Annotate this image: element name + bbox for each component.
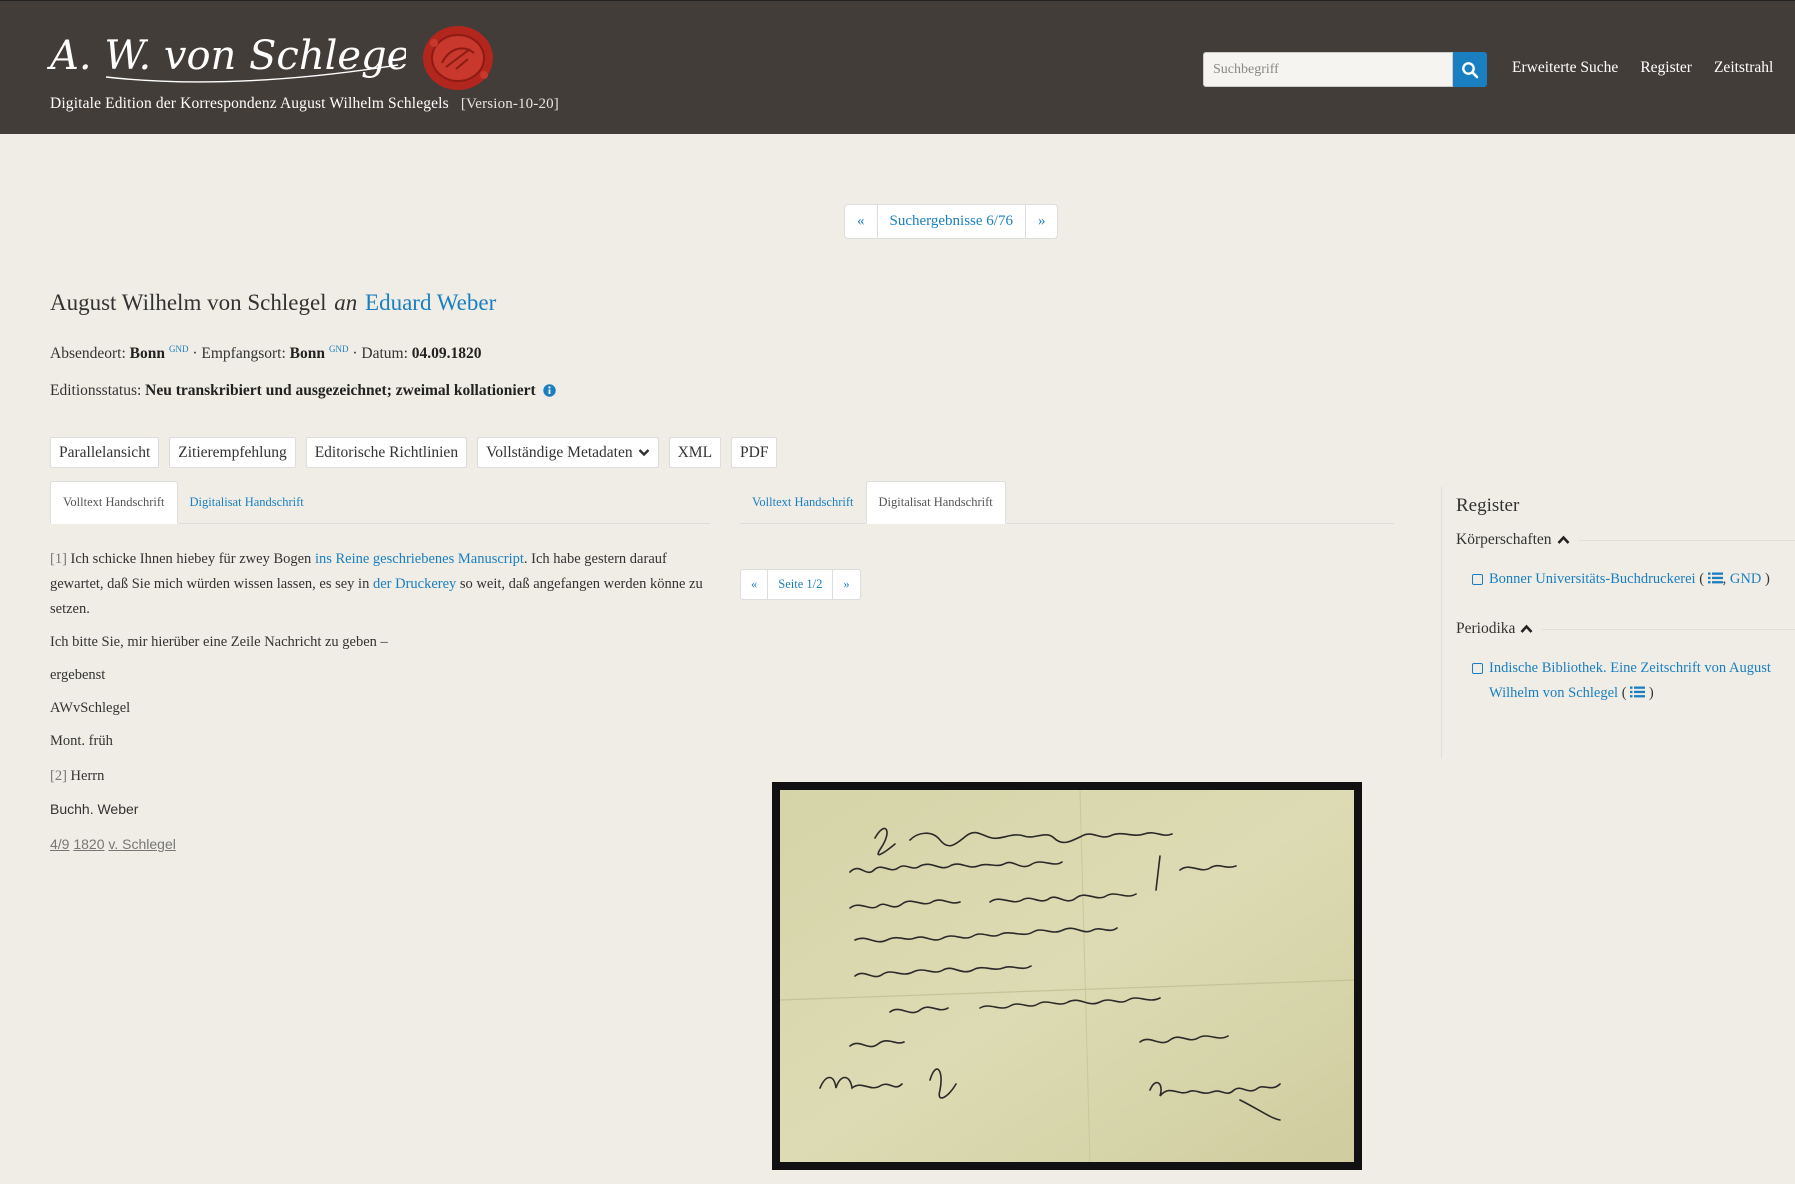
- transcript-paragraph-2: Ich bitte Sie, mir hierüber eine Zeile N…: [50, 634, 388, 650]
- nav-register[interactable]: Register: [1640, 59, 1692, 77]
- address-text: Herrn: [70, 768, 105, 784]
- nav-timeline[interactable]: Zeitstrahl: [1714, 59, 1773, 77]
- recipient-place-label: Empfangsort:: [201, 345, 286, 363]
- closing-formula: ergebenst: [50, 667, 106, 683]
- register-title: Register: [1456, 495, 1520, 516]
- search-button[interactable]: [1453, 52, 1487, 87]
- page-marker[interactable]: [2]: [50, 768, 67, 784]
- full-metadata-button[interactable]: Vollständige Metadaten: [477, 437, 659, 468]
- signature-logo[interactable]: A. W. von Schlegel: [46, 21, 406, 87]
- tab-fulltext-right[interactable]: Volltext Handschrift: [740, 481, 866, 524]
- paren: (: [1621, 685, 1627, 701]
- facsimile-pager: « Seite 1/2 »: [740, 569, 861, 600]
- search-input[interactable]: [1203, 52, 1453, 87]
- sidebar-divider: [1441, 487, 1442, 759]
- paren: (: [1699, 571, 1705, 587]
- info-icon[interactable]: [542, 384, 556, 397]
- printing-house-link[interactable]: der Druckerey: [373, 576, 456, 592]
- checkbox-icon[interactable]: [1472, 663, 1483, 674]
- docket-note: 4/9 1820 v. Schlegel: [50, 832, 710, 857]
- top-nav: Erweiterte Suche Register Zeitstrahl: [1512, 59, 1795, 77]
- paren: ): [1648, 685, 1654, 701]
- sender-place-label: Absendeort:: [50, 345, 126, 363]
- docket-sender: v. Schlegel: [108, 836, 176, 852]
- action-toolbar: Parallelansicht Zitierempfehlung Editori…: [50, 437, 778, 468]
- gnd-link[interactable]: GND: [1730, 571, 1761, 587]
- register-item: Indische Bibliothek. Eine Zeitschrift vo…: [1472, 656, 1795, 706]
- list-icon[interactable]: [1707, 572, 1723, 584]
- date-label: Datum:: [361, 345, 408, 363]
- search-results-pager: « Suchergebnisse 6/76 »: [844, 204, 1059, 239]
- register-group-periodicals[interactable]: Periodika: [1456, 620, 1795, 638]
- separator: ·: [352, 345, 358, 363]
- tab-fulltext-left[interactable]: Volltext Handschrift: [50, 481, 178, 524]
- group-rule: [1578, 539, 1795, 541]
- register-item: Bonner Universitäts-Buchdruckerei ( , GN…: [1472, 567, 1795, 592]
- address-line: [2] Herrn: [50, 764, 710, 789]
- handwritten-letter-image: [780, 790, 1354, 1162]
- recipient-place-gnd-link[interactable]: GND: [329, 344, 349, 354]
- group-rule: [1542, 628, 1795, 630]
- site-header: A. W. von Schlegel Digitale Edition der …: [0, 0, 1795, 134]
- chevron-down-icon: [638, 449, 649, 457]
- next-result-button[interactable]: »: [1026, 205, 1058, 238]
- docket-year: 1820: [73, 836, 105, 852]
- right-tabs: Volltext Handschrift Digitalisat Handsch…: [740, 481, 1394, 524]
- edition-status: Editionsstatus: Neu transkribiert und au…: [50, 382, 556, 400]
- paren: ): [1764, 571, 1770, 587]
- register-sidebar: Register Körperschaften Bonner Universit…: [1456, 495, 1795, 734]
- wax-seal-logo: [423, 26, 493, 90]
- connector: an: [334, 290, 358, 315]
- recipient-place: Bonn: [289, 345, 325, 363]
- docket-date: 4/9: [50, 836, 70, 852]
- full-metadata-label: Vollständige Metadaten: [486, 443, 633, 461]
- tab-digitized-right[interactable]: Digitalisat Handschrift: [865, 481, 1006, 524]
- letter-metadata: Absendeort: Bonn GND · Empfangsort: Bonn G…: [50, 344, 482, 363]
- letter-date: 04.09.1820: [411, 345, 482, 363]
- transcript-text: Ich schicke Ihnen hiebey für zwey Bogen: [70, 551, 312, 567]
- chevron-up-icon: [1557, 535, 1570, 544]
- tab-digitized-left[interactable]: Digitalisat Handschrift: [178, 481, 316, 524]
- dateline: Mont. früh: [50, 733, 113, 749]
- search-icon: [1462, 61, 1479, 78]
- editorial-guidelines-button[interactable]: Editorische Richtlinien: [305, 437, 468, 468]
- search-results-label[interactable]: Suchergebnisse 6/76: [878, 205, 1026, 238]
- manuscript-facsimile-image[interactable]: [772, 782, 1362, 1170]
- list-icon[interactable]: [1630, 686, 1646, 698]
- sender-name: August Wilhelm von Schlegel: [50, 290, 327, 315]
- recipient-link[interactable]: Eduard Weber: [365, 290, 496, 315]
- pdf-button[interactable]: PDF: [731, 437, 778, 468]
- group-label: Periodika: [1456, 620, 1516, 637]
- transcript-paragraph-1: [1] Ich schicke Ihnen hiebey für zwey Bo…: [50, 547, 710, 622]
- xml-button[interactable]: XML: [668, 437, 722, 468]
- prev-page-button[interactable]: «: [741, 570, 769, 599]
- sender-place: Bonn: [129, 345, 165, 363]
- group-label: Körperschaften: [1456, 531, 1552, 548]
- left-tabs: Volltext Handschrift Digitalisat Handsch…: [50, 481, 710, 524]
- separator: ·: [192, 345, 198, 363]
- parallel-view-button[interactable]: Parallelansicht: [50, 437, 160, 468]
- manuscript-link[interactable]: ins Reine geschriebenes Manuscript: [315, 551, 524, 567]
- version-label: [Version-10-20]: [460, 96, 559, 112]
- site-title-text[interactable]: Digitale Edition der Korrespondenz Augus…: [50, 95, 449, 112]
- citation-button[interactable]: Zitierempfehlung: [169, 437, 296, 468]
- register-group-corporations[interactable]: Körperschaften: [1456, 531, 1795, 549]
- page-label[interactable]: Seite 1/2: [768, 570, 834, 599]
- site-title[interactable]: Digitale Edition der Korrespondenz Augus…: [50, 95, 559, 113]
- sender-place-gnd-link[interactable]: GND: [169, 344, 189, 354]
- checkbox-icon[interactable]: [1472, 574, 1483, 585]
- letter-transcript: [1] Ich schicke Ihnen hiebey für zwey Bo…: [50, 547, 710, 865]
- page-marker[interactable]: [1]: [50, 551, 67, 567]
- chevron-up-icon: [1520, 624, 1533, 633]
- signature-line: AWvSchlegel: [50, 700, 131, 716]
- status-value: Neu transkribiert und ausgezeichnet; zwe…: [145, 382, 536, 399]
- nav-advanced-search[interactable]: Erweiterte Suche: [1512, 59, 1618, 77]
- next-page-button[interactable]: »: [833, 570, 859, 599]
- letter-title: August Wilhelm von Schlegel an Eduard We…: [50, 290, 496, 316]
- status-label: Editionsstatus:: [50, 382, 142, 399]
- address-recipient: Buchh. Weber: [50, 801, 139, 817]
- register-entry-link[interactable]: Bonner Universitäts-Buchdruckerei: [1489, 571, 1696, 587]
- prev-result-button[interactable]: «: [845, 205, 878, 238]
